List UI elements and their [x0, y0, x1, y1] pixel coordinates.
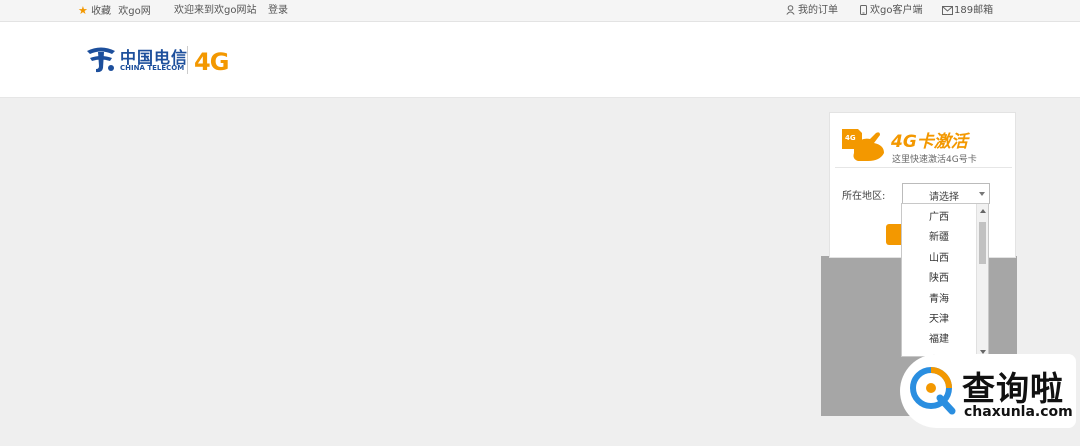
watermark-url: chaxunla.com — [964, 404, 1073, 420]
favorite-link[interactable]: ★ 收藏 欢go网 — [78, 5, 151, 18]
watermark-chinese: 查询啦 — [962, 369, 1064, 408]
client-link[interactable]: 欢go客户端 — [860, 5, 922, 17]
region-option[interactable]: 陕西 — [902, 269, 976, 289]
mail-link[interactable]: 189邮箱 — [942, 5, 993, 17]
card-title: 4G卡激活 — [891, 132, 968, 152]
logo-divider — [187, 46, 188, 74]
region-option-list: 广西 新疆 山西 陕西 青海 天津 福建 山东 — [902, 208, 976, 356]
watermark: 查询啦 chaxunla.com — [900, 354, 1076, 428]
telecom-emblem-icon — [87, 47, 115, 73]
region-option[interactable]: 新疆 — [902, 228, 976, 248]
region-option[interactable]: 广西 — [902, 208, 976, 228]
logo-4g-mark: 4G — [194, 48, 229, 76]
card-header: 4G 4G卡激活 这里快速激活4G号卡 — [835, 113, 1012, 168]
phone-icon — [860, 5, 867, 15]
favorite-label: 收藏 — [91, 6, 112, 17]
client-label: 欢go客户端 — [870, 5, 923, 16]
login-link[interactable]: 登录 — [268, 5, 288, 17]
logo-english-name: CHINA TELECOM — [120, 64, 185, 72]
region-option[interactable]: 青海 — [902, 290, 976, 310]
chevron-down-icon — [979, 192, 985, 196]
my-orders-label: 我的订单 — [798, 5, 838, 16]
region-select[interactable]: 请选择 — [902, 183, 990, 204]
watermark-logo-icon — [910, 367, 956, 415]
scrollbar-thumb[interactable] — [979, 222, 986, 264]
card-subtitle: 这里快速激活4G号卡 — [892, 155, 977, 165]
mail-icon — [942, 6, 953, 15]
region-dropdown[interactable]: 广西 新疆 山西 陕西 青海 天津 福建 山东 — [901, 203, 989, 357]
region-option[interactable]: 福建 — [902, 330, 976, 350]
site-name: 欢go网 — [118, 6, 151, 17]
user-icon — [786, 5, 795, 15]
region-option[interactable]: 天津 — [902, 310, 976, 330]
sim-badge-text: 4G — [845, 134, 856, 142]
top-bar: ★ 收藏 欢go网 欢迎来到欢go网站 登录 我的订单 欢go客户端 189邮箱 — [0, 0, 1080, 22]
sim-card-hand-icon: 4G — [842, 129, 884, 161]
mail-label: 189邮箱 — [954, 5, 994, 16]
welcome-text: 欢迎来到欢go网站 — [174, 5, 257, 16]
scroll-up-arrow-icon[interactable] — [980, 209, 986, 213]
region-select-value: 请选择 — [929, 192, 959, 203]
region-label: 所在地区: — [842, 191, 886, 202]
star-icon: ★ — [78, 4, 88, 17]
region-option[interactable]: 山西 — [902, 249, 976, 269]
dropdown-scrollbar[interactable] — [976, 204, 988, 356]
header: 中国电信 CHINA TELECOM 4G — [0, 22, 1080, 98]
my-orders-link[interactable]: 我的订单 — [786, 5, 838, 17]
